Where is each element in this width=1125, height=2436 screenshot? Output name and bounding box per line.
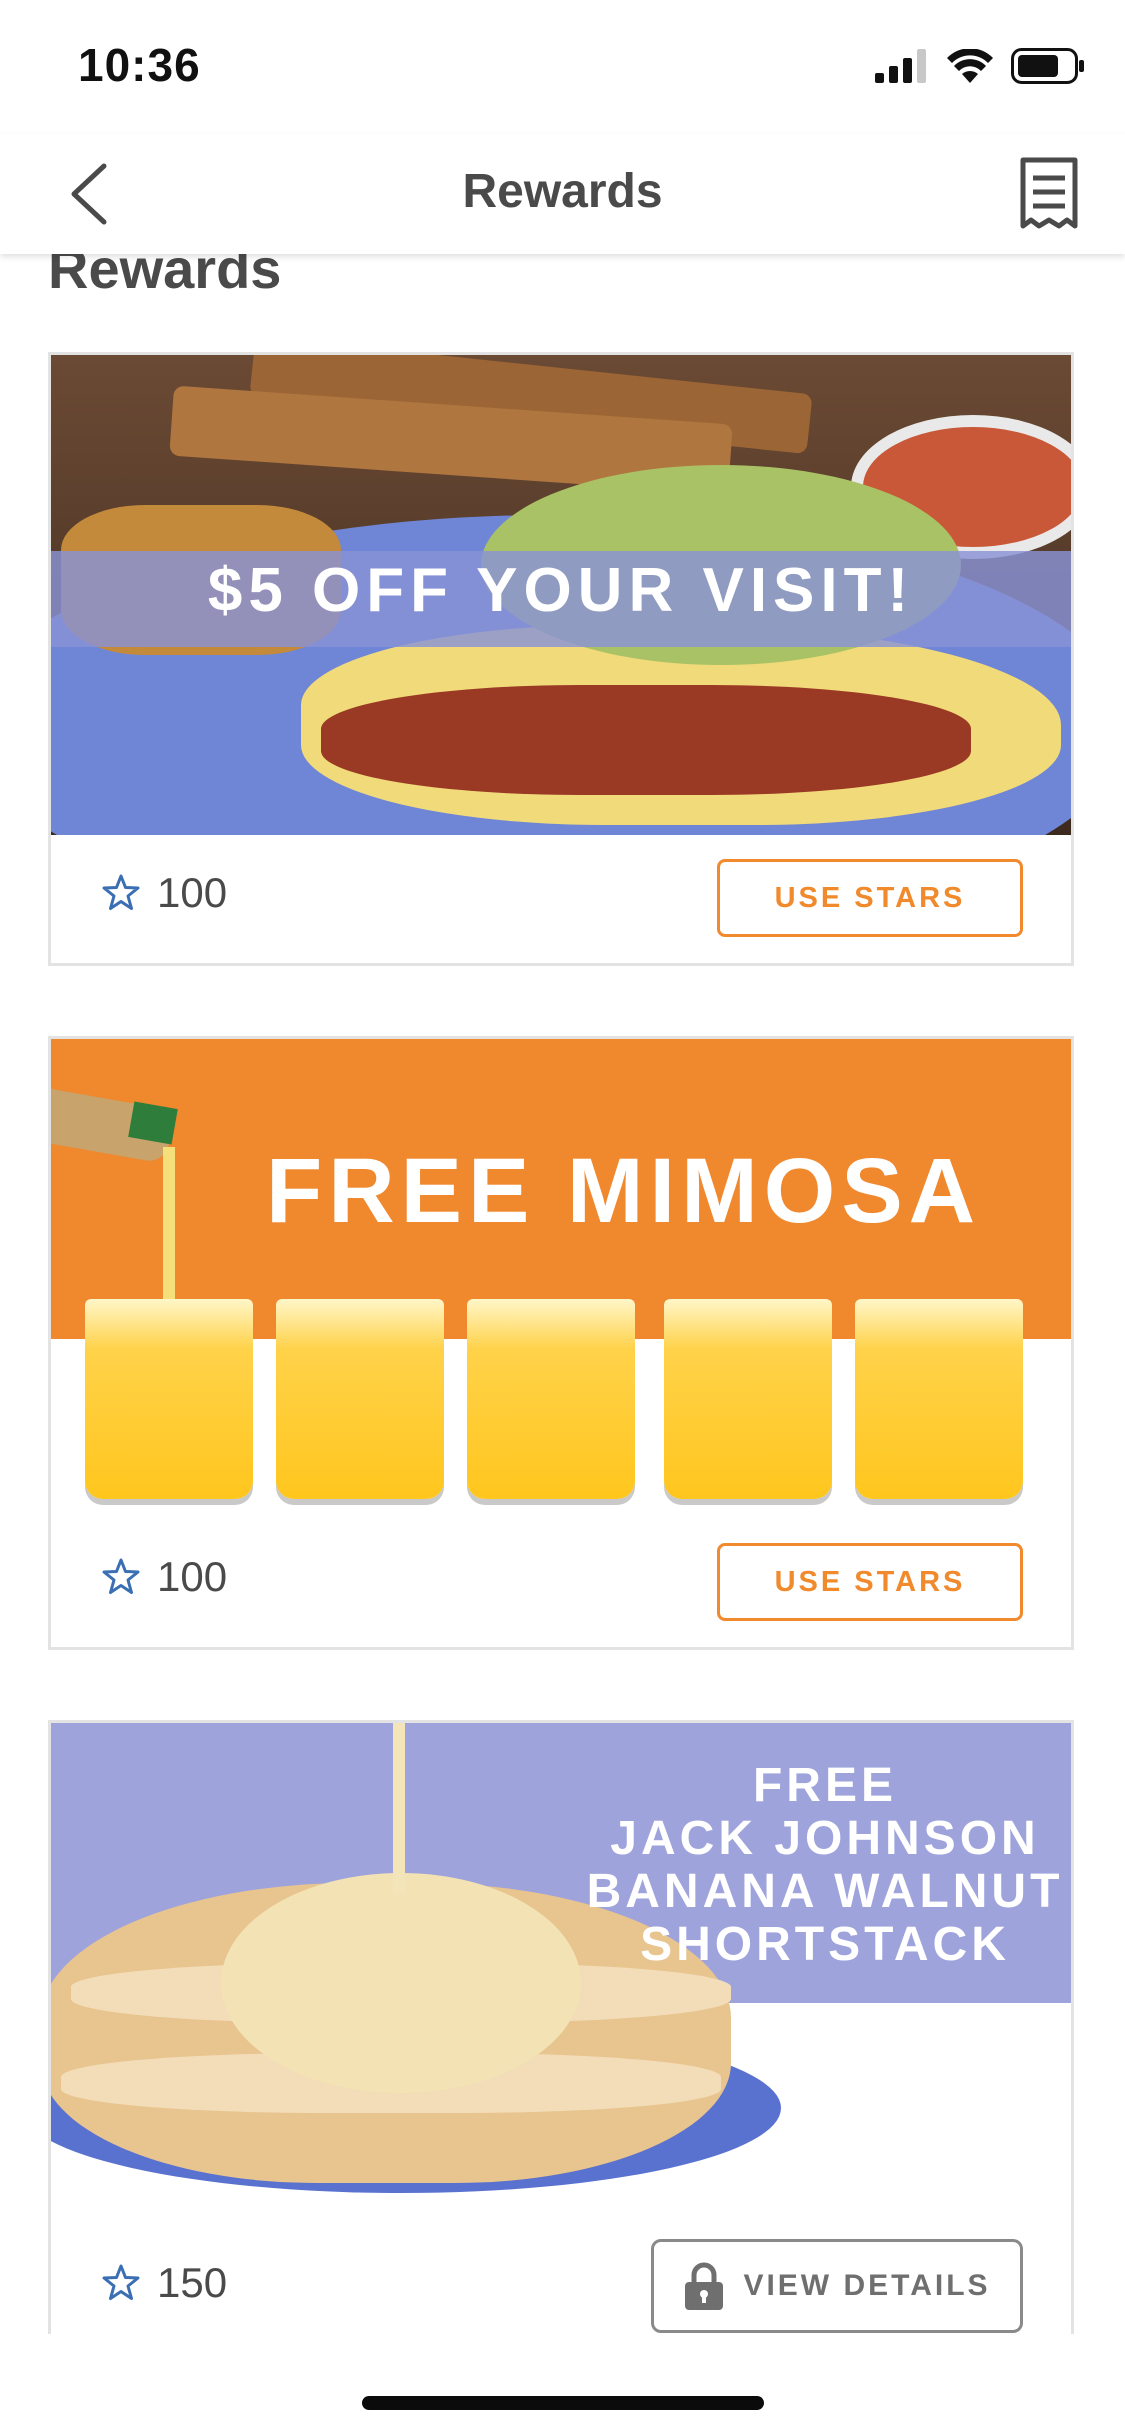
reward-banner-image: $5 OFF YOUR VISIT! — [51, 355, 1071, 835]
status-icons — [875, 48, 1085, 84]
reward-footer: 100 USE STARS — [51, 835, 1071, 963]
status-time: 10:36 — [78, 39, 201, 91]
receipt-icon[interactable] — [1013, 156, 1085, 232]
wifi-icon — [947, 49, 993, 83]
reward-banner-text: $5 OFF YOUR VISIT! — [207, 556, 915, 625]
reward-footer: 100 USE STARS — [51, 1519, 1071, 1647]
reward-banner-image: FREE MIMOSA — [51, 1039, 1071, 1519]
reward-footer: 150 VIEW DETAILS — [51, 2203, 1071, 2334]
home-indicator[interactable] — [362, 2396, 764, 2410]
section-title: Rewards — [48, 254, 282, 300]
banner-line: JACK JOHNSON — [610, 1812, 1040, 1865]
rewards-list[interactable]: Rewards $5 OFF YOUR VISIT! 100 USE STARS — [0, 254, 1125, 2334]
use-stars-button[interactable]: USE STARS — [717, 1543, 1023, 1621]
signal-icon — [875, 49, 926, 83]
reward-banner-image: FREE JACK JOHNSON BANANA WALNUT SHORTSTA… — [51, 1723, 1071, 2203]
reward-card[interactable]: FREE MIMOSA 100 USE STARS — [48, 1036, 1074, 1650]
nav-bar: Rewards — [0, 134, 1125, 254]
reward-banner-text: FREE JACK JOHNSON BANANA WALNUT SHORTSTA… — [585, 1759, 1065, 1971]
reward-card[interactable]: FREE JACK JOHNSON BANANA WALNUT SHORTSTA… — [48, 1720, 1074, 2334]
banner-line: BANANA WALNUT — [586, 1865, 1064, 1918]
reward-points: 100 — [101, 869, 227, 917]
star-icon — [102, 1558, 140, 1594]
banner-line: SHORTSTACK — [640, 1918, 1010, 1971]
lock-icon — [685, 2262, 724, 2310]
nav-title: Rewards — [462, 165, 663, 218]
battery-icon — [1011, 48, 1084, 84]
star-icon — [102, 874, 140, 910]
use-stars-button[interactable]: USE STARS — [717, 859, 1023, 937]
reward-points: 100 — [101, 1553, 227, 1601]
star-icon — [102, 2264, 140, 2300]
reward-points-value: 100 — [157, 869, 228, 916]
status-bar: 10:36 — [0, 0, 1125, 134]
banner-line: FREE — [752, 1759, 897, 1812]
reward-points: 150 — [101, 2259, 227, 2307]
reward-points-value: 150 — [157, 2259, 228, 2306]
reward-banner-text: FREE MIMOSA — [266, 1140, 982, 1242]
view-details-button[interactable]: VIEW DETAILS — [651, 2239, 1023, 2333]
view-details-label: VIEW DETAILS — [743, 2269, 991, 2302]
reward-points-value: 100 — [157, 1553, 228, 1600]
reward-card[interactable]: $5 OFF YOUR VISIT! 100 USE STARS — [48, 352, 1074, 966]
